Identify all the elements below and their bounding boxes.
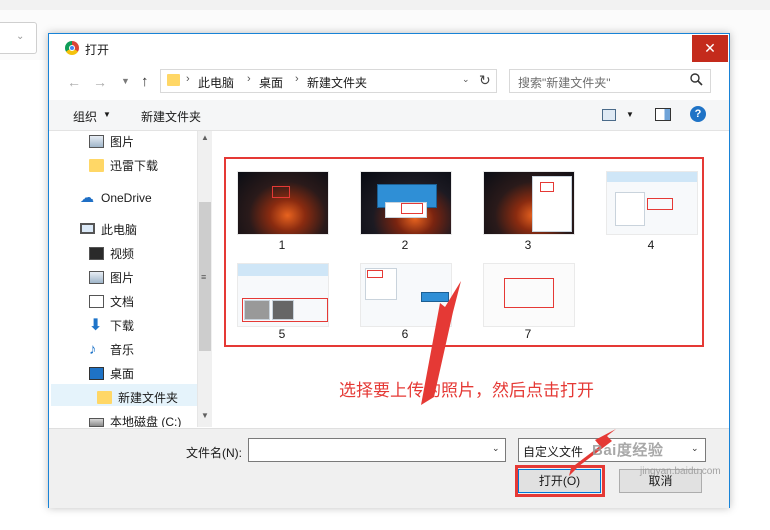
watermark-logo: Bai度经验 bbox=[592, 442, 664, 459]
watermark-url: jingyan.baidu.com bbox=[640, 466, 721, 477]
instruction-annotation: 选择要上传的照片，然后点击打开 bbox=[339, 381, 594, 400]
